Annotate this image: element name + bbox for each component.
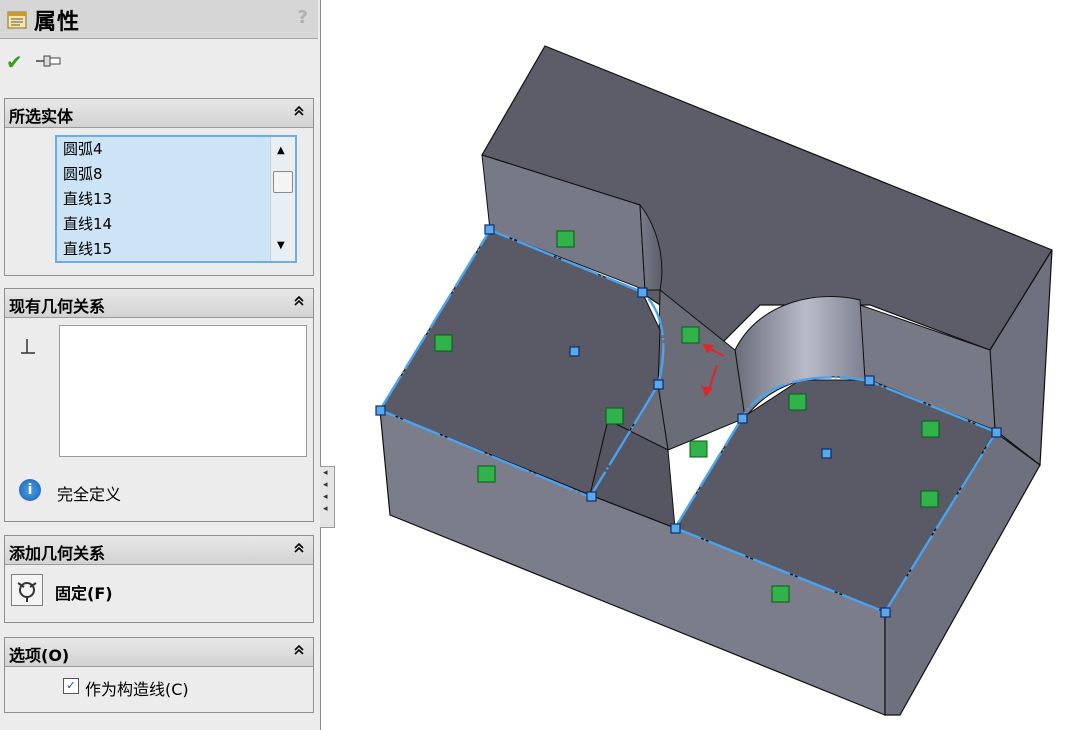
existing-relations-header[interactable]: 现有几何关系	[5, 289, 313, 318]
existing-relations-list[interactable]	[59, 325, 307, 457]
definition-status: 完全定义	[57, 485, 122, 504]
section-title: 添加几何关系	[9, 544, 106, 563]
existing-relations-section: 现有几何关系 i 完全定义	[4, 288, 314, 522]
chevron-up-icon[interactable]	[293, 105, 305, 121]
section-title: 选项(O)	[9, 646, 70, 665]
section-title: 所选实体	[9, 107, 74, 126]
chevron-up-icon[interactable]	[293, 295, 305, 311]
add-relations-header[interactable]: 添加几何关系	[5, 536, 313, 565]
ok-pin-row: ✔	[6, 50, 86, 74]
selected-entities-section: 所选实体 圆弧4 圆弧8 直线13 直线14 直线15 ▲ ▼	[4, 98, 314, 276]
options-section: 选项(O) ✓ 作为构造线(C)	[4, 637, 314, 713]
fix-anchor-icon	[17, 582, 37, 602]
list-scrollbar[interactable]: ▲ ▼	[270, 137, 295, 261]
fix-relation-button[interactable]	[11, 574, 43, 606]
graphics-viewport[interactable]	[336, 0, 1065, 730]
list-item[interactable]: 直线14	[57, 212, 295, 237]
selected-entities-list[interactable]: 圆弧4 圆弧8 直线13 直线14 直线15 ▲ ▼	[55, 135, 297, 263]
list-item[interactable]: 圆弧8	[57, 162, 295, 187]
scroll-up-icon[interactable]: ▲	[277, 145, 285, 156]
section-title: 现有几何关系	[9, 297, 106, 316]
selected-entities-header[interactable]: 所选实体	[5, 99, 313, 128]
scroll-thumb[interactable]	[273, 171, 293, 193]
scroll-down-icon[interactable]: ▼	[277, 240, 285, 251]
arrow-left-icon: ◂	[323, 468, 328, 478]
list-item[interactable]: 圆弧4	[57, 137, 295, 162]
properties-icon	[7, 11, 27, 29]
panel-title: 属性	[34, 10, 81, 35]
options-header[interactable]: 选项(O)	[5, 638, 313, 667]
pushpin-icon[interactable]	[36, 54, 62, 68]
chevron-up-icon[interactable]	[293, 644, 305, 660]
construction-checkbox[interactable]: ✓	[63, 678, 79, 694]
arrow-left-icon: ◂	[323, 480, 328, 490]
perpendicular-icon	[21, 339, 35, 354]
info-icon: i	[19, 479, 41, 501]
panel-titlebar: 属性 ?	[0, 0, 318, 39]
fix-relation-label[interactable]: 固定(F)	[55, 580, 113, 604]
help-icon[interactable]: ?	[298, 7, 308, 28]
list-item[interactable]: 直线15	[57, 237, 295, 261]
add-relations-section: 添加几何关系 固定(F)	[4, 535, 314, 623]
property-manager-panel: 属性 ? ✔ 所选实体 圆弧4 圆弧8 直线13 直线14 直线15 ▲ ▼ 现…	[0, 0, 321, 730]
arrow-left-icon: ◂	[323, 504, 328, 514]
checkmark-icon[interactable]: ✔	[6, 50, 23, 74]
construction-label[interactable]: 作为构造线(C)	[85, 676, 189, 700]
list-item[interactable]: 直线13	[57, 187, 295, 212]
arrow-left-icon: ◂	[323, 492, 328, 502]
collapse-panel-handle[interactable]: ◂ ◂ ◂ ◂	[320, 466, 335, 528]
chevron-up-icon[interactable]	[293, 542, 305, 558]
